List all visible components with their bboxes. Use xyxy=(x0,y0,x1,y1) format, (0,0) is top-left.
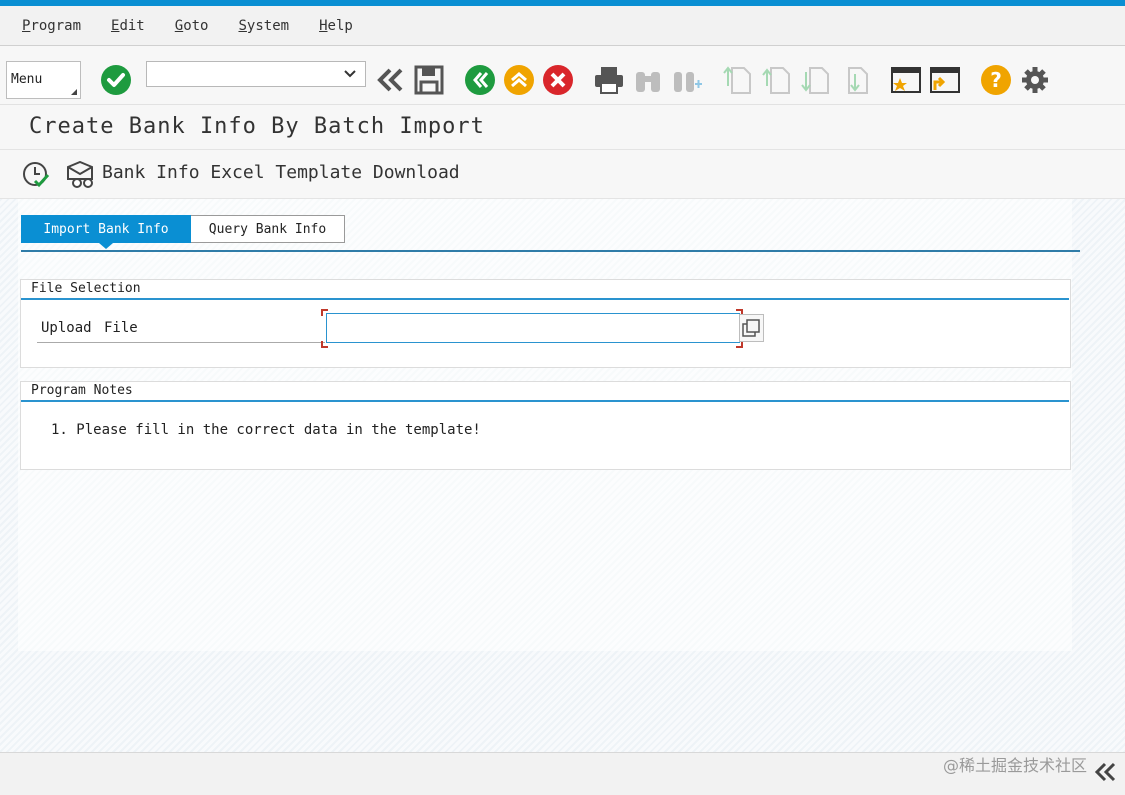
tab-import-bank-info[interactable]: Import Bank Info xyxy=(21,215,191,243)
help-icon[interactable]: ? xyxy=(980,64,1012,96)
find-icon xyxy=(636,72,660,92)
cancel-icon[interactable] xyxy=(542,64,574,96)
print-icon[interactable] xyxy=(593,64,625,96)
watermark-text: @稀土掘金技术社区 xyxy=(943,756,1088,775)
menu-edit[interactable]: Edit xyxy=(111,18,145,34)
download-template-icon[interactable] xyxy=(66,161,96,189)
template-download-label[interactable]: Bank Info Excel Template Download xyxy=(102,162,460,183)
enter-check-icon[interactable] xyxy=(100,64,132,96)
menu-help[interactable]: Help xyxy=(319,18,353,34)
tab-underline xyxy=(21,250,1080,252)
chevron-down-icon[interactable] xyxy=(343,65,357,83)
upload-file-label: Upload File xyxy=(41,320,138,336)
menu-corner-icon xyxy=(71,89,77,95)
settings-gear-icon[interactable] xyxy=(1019,64,1051,96)
menu-button[interactable]: Menu xyxy=(6,61,81,99)
file-selection-title: File Selection xyxy=(31,281,141,296)
label-underline xyxy=(37,342,325,343)
program-note-text: 1. Please fill in the correct data in th… xyxy=(51,422,481,438)
previous-page-icon xyxy=(762,67,790,94)
group-divider xyxy=(21,298,1069,300)
execute-clock-icon[interactable] xyxy=(22,161,50,189)
system-toolbar: Menu ? xyxy=(0,47,1125,105)
shortcut-icon[interactable] xyxy=(929,64,961,96)
find-next-icon xyxy=(674,72,702,92)
next-page-icon xyxy=(801,67,829,94)
menu-goto[interactable]: Goto xyxy=(175,18,209,34)
collapse-double-chevron-icon[interactable] xyxy=(374,64,406,96)
value-help-icon xyxy=(742,319,760,337)
menu-system[interactable]: System xyxy=(238,18,289,34)
title-bar: Create Bank Info By Batch Import xyxy=(0,106,1125,150)
group-divider xyxy=(21,400,1069,402)
svg-text:?: ? xyxy=(990,68,1002,92)
menu-program[interactable]: Program xyxy=(22,18,81,34)
page-title: Create Bank Info By Batch Import xyxy=(29,114,485,139)
upload-file-input[interactable] xyxy=(326,313,740,343)
active-tab-indicator xyxy=(99,243,113,249)
command-field[interactable] xyxy=(146,61,366,87)
program-notes-title: Program Notes xyxy=(31,383,133,398)
back-icon[interactable] xyxy=(464,64,496,96)
application-toolbar: Bank Info Excel Template Download xyxy=(0,151,1125,199)
first-page-icon xyxy=(723,66,751,94)
last-page-icon xyxy=(848,67,868,94)
browse-file-button[interactable] xyxy=(739,314,764,342)
program-notes-group: Program Notes 1. Please fill in the corr… xyxy=(20,381,1071,470)
file-selection-group: File Selection Upload File xyxy=(20,279,1071,368)
status-collapse-icon[interactable] xyxy=(1094,760,1118,784)
exit-up-icon[interactable] xyxy=(503,64,535,96)
menu-button-label: Menu xyxy=(11,72,43,87)
create-session-icon[interactable] xyxy=(890,64,922,96)
menu-bar: Program Edit Goto System Help xyxy=(0,6,1125,46)
save-icon[interactable] xyxy=(413,64,445,96)
tab-query-bank-info[interactable]: Query Bank Info xyxy=(191,215,345,243)
